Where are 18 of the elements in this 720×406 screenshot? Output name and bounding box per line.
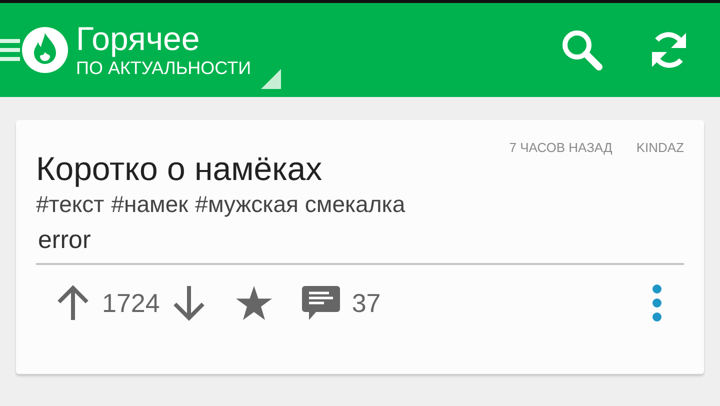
more-options-icon[interactable] [652,284,662,322]
tag-link[interactable]: #мужская смекалка [195,189,406,219]
menu-icon[interactable] [0,39,20,61]
screen-title: Горячее [76,21,201,57]
post-title[interactable]: Коротко о намёках [36,151,322,187]
upvote-arrow-icon[interactable] [56,285,90,321]
dropdown-corner-icon[interactable] [261,69,282,89]
post-time: 7 ЧАСОВ НАЗАД [509,140,612,155]
comment-icon[interactable] [302,286,340,320]
tag-link[interactable]: #текст [36,189,104,219]
post-text: error [38,225,92,256]
tag-link[interactable]: #намек [111,189,188,219]
flame-icon [22,27,68,73]
downvote-arrow-icon[interactable] [172,285,206,321]
comment-count: 37 [352,288,381,318]
rating-count: 1724 [102,288,160,318]
search-icon[interactable] [560,28,604,72]
star-icon[interactable] [236,286,272,320]
